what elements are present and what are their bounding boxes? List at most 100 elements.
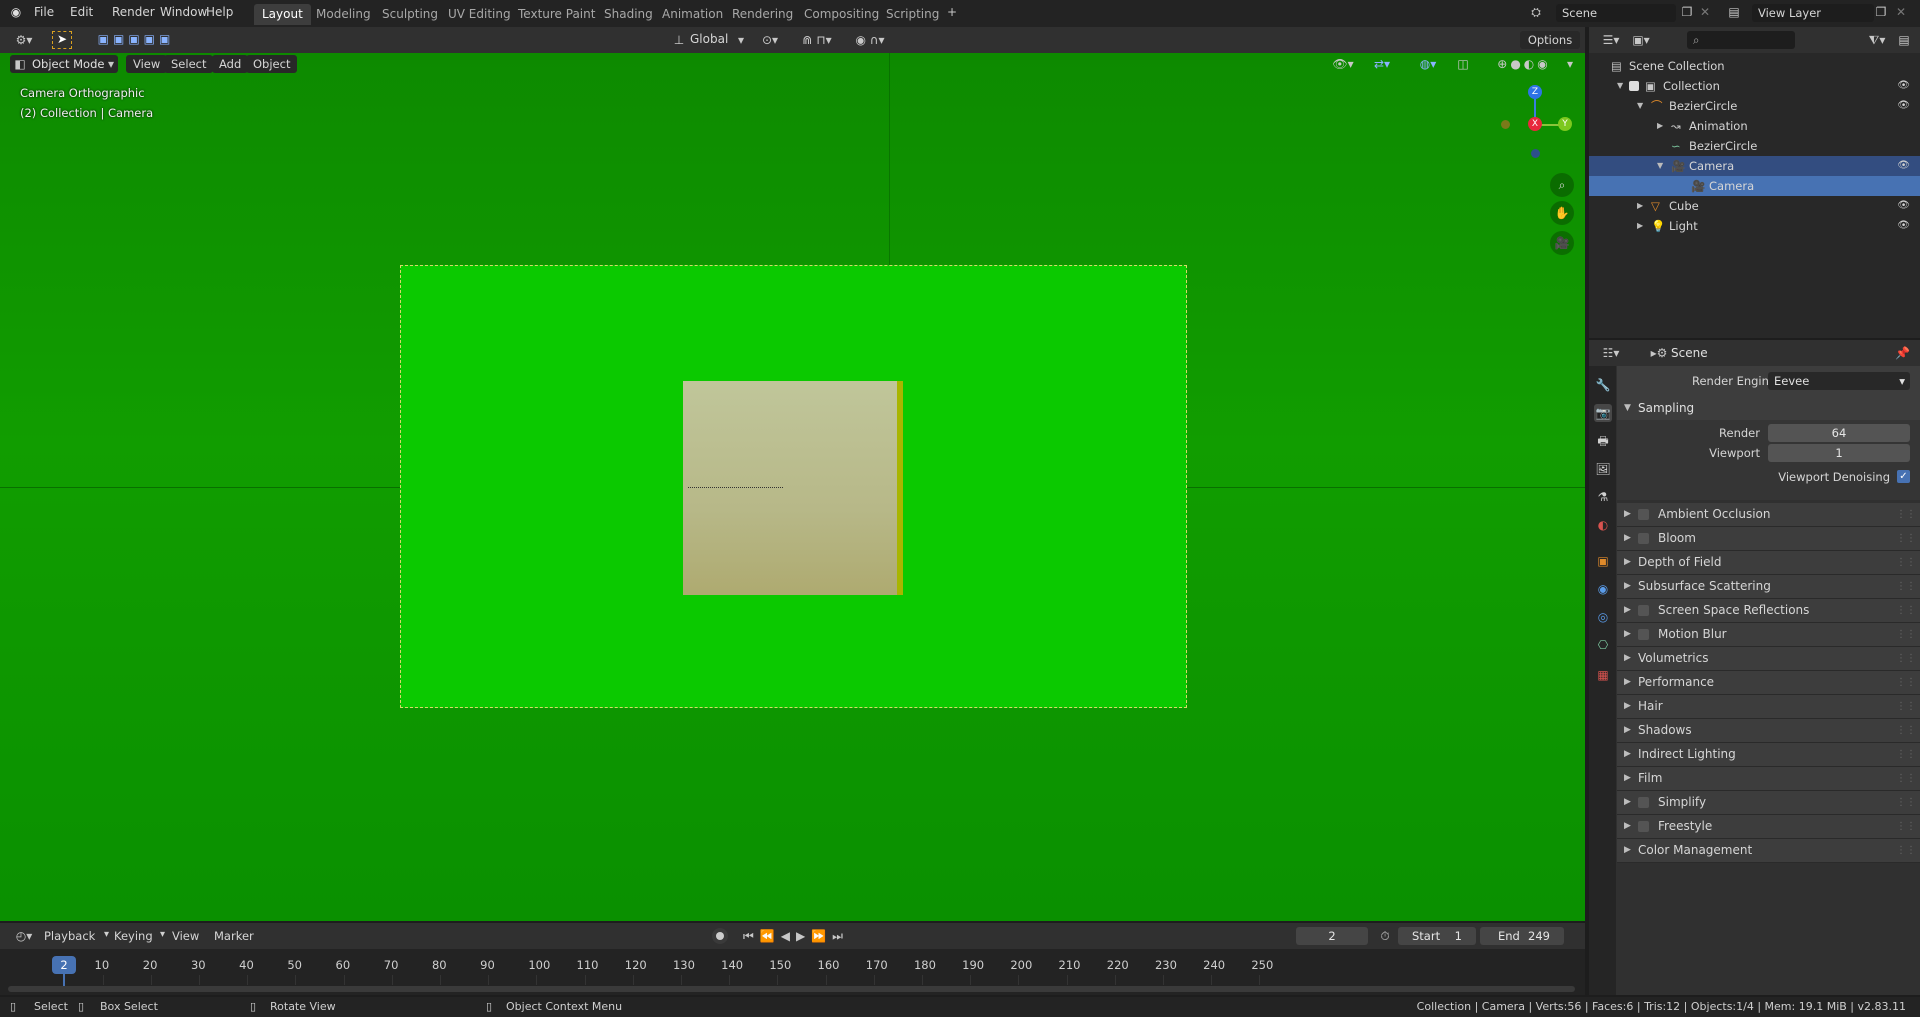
drag-handle-icon[interactable]: ⋮⋮	[1896, 527, 1916, 550]
panel-shadows[interactable]: ▶ Shadows ⋮⋮	[1617, 719, 1920, 743]
workspace-tab-sculpting[interactable]: Sculpting	[374, 4, 446, 25]
outliner-row[interactable]: ▤ Scene Collection	[1589, 56, 1920, 76]
menu-file[interactable]: File	[34, 5, 54, 19]
gizmo-y-axis[interactable]: Y	[1558, 117, 1572, 131]
workspace-tab-animation[interactable]: Animation	[654, 4, 731, 25]
expand-triangle-icon[interactable]: ▼	[1617, 76, 1623, 96]
drag-handle-icon[interactable]: ⋮⋮	[1896, 839, 1916, 862]
workspace-tab-rendering[interactable]: Rendering	[724, 4, 801, 25]
sampling-panel-header[interactable]: ▼ Sampling	[1617, 396, 1920, 420]
viewport-denoising-checkbox[interactable]: ✓	[1897, 470, 1910, 483]
display-mode-icon[interactable]: ▣▾	[1629, 33, 1653, 47]
drag-handle-icon[interactable]: ⋮⋮	[1896, 575, 1916, 598]
modifiers-tab-icon[interactable]: ◉	[1594, 580, 1612, 598]
viewport-menu-select[interactable]: Select	[164, 55, 214, 73]
workspace-tab-scripting[interactable]: Scripting	[878, 4, 947, 25]
menu-edit[interactable]: Edit	[70, 5, 93, 19]
menu-help[interactable]: Help	[206, 5, 233, 19]
render-samples-field[interactable]: 64	[1768, 424, 1910, 442]
drag-handle-icon[interactable]: ⋮⋮	[1896, 551, 1916, 574]
drag-handle-icon[interactable]: ⋮⋮	[1896, 671, 1916, 694]
drag-handle-icon[interactable]: ⋮⋮	[1896, 791, 1916, 814]
drag-handle-icon[interactable]: ⋮⋮	[1896, 503, 1916, 526]
outliner-row[interactable]: ∽ BezierCircle	[1589, 136, 1920, 156]
overlays-toggle-icon[interactable]: ◍▾	[1412, 57, 1444, 71]
panel-enable-checkbox[interactable]	[1638, 797, 1649, 808]
physics-tab-icon[interactable]: ◎	[1594, 608, 1612, 626]
timeline-scrollbar[interactable]	[8, 986, 1575, 992]
filter-icon[interactable]: ⧨▾	[1865, 33, 1889, 47]
start-frame-field[interactable]: Start 1	[1398, 927, 1476, 945]
pin-icon[interactable]: 📌	[1895, 346, 1910, 360]
outliner-row[interactable]: ▼ ⌒ BezierCircle 👁	[1589, 96, 1920, 116]
viewport-menu-add[interactable]: Add	[212, 55, 249, 73]
editor-type-icon[interactable]: ⚙▾	[10, 33, 38, 47]
object-tab-icon[interactable]: ▣	[1594, 552, 1612, 570]
outliner-editor-type-icon[interactable]: ☰▾	[1599, 33, 1623, 47]
snapping-icon[interactable]: ⋒ ⊓▾	[792, 33, 842, 47]
cube-object[interactable]	[683, 381, 903, 595]
collection-checkbox[interactable]	[1629, 81, 1639, 91]
menu-window[interactable]: Window	[160, 5, 207, 19]
panel-film[interactable]: ▶ Film ⋮⋮	[1617, 767, 1920, 791]
menu-render[interactable]: Render	[112, 5, 155, 19]
texture-tab-icon[interactable]: ▦	[1594, 666, 1612, 684]
gizmo-toggle-icon[interactable]: ⇄▾	[1366, 57, 1398, 71]
outliner-search-input[interactable]: ⌕	[1687, 31, 1795, 49]
visibility-eye-icon[interactable]: 👁	[1897, 216, 1910, 236]
panel-depth-of-field[interactable]: ▶ Depth of Field ⋮⋮	[1617, 551, 1920, 575]
workspace-tab-texture-paint[interactable]: Texture Paint	[510, 4, 603, 25]
collapse-triangle-icon[interactable]: ▶	[1637, 216, 1643, 236]
expand-triangle-icon[interactable]: ▼	[1637, 96, 1643, 116]
timeline-menu-marker[interactable]: Marker	[214, 929, 254, 943]
panel-simplify[interactable]: ▶ Simplify ⋮⋮	[1617, 791, 1920, 815]
frame-indicator[interactable]: 2	[52, 956, 76, 974]
timeline-menu-view[interactable]: View	[172, 929, 199, 943]
gizmo-x-axis[interactable]: X	[1528, 117, 1542, 131]
select-tool-icon[interactable]: ➤	[52, 31, 72, 49]
drag-handle-icon[interactable]: ⋮⋮	[1896, 767, 1916, 790]
new-collection-icon[interactable]: ▤	[1895, 33, 1913, 47]
panel-motion-blur[interactable]: ▶ Motion Blur ⋮⋮	[1617, 623, 1920, 647]
drag-handle-icon[interactable]: ⋮⋮	[1896, 599, 1916, 622]
panel-enable-checkbox[interactable]	[1638, 509, 1649, 520]
outliner-row[interactable]: 🎥 Camera	[1589, 176, 1920, 196]
xray-toggle-icon[interactable]: ◫	[1456, 57, 1470, 71]
workspace-tab-layout[interactable]: Layout	[254, 4, 311, 25]
camera-view-icon[interactable]: 🎥	[1550, 231, 1574, 255]
visibility-eye-icon[interactable]: 👁	[1897, 156, 1910, 176]
tool-tab-icon[interactable]: 🔧	[1594, 376, 1612, 394]
panel-indirect-lighting[interactable]: ▶ Indirect Lighting ⋮⋮	[1617, 743, 1920, 767]
outliner-row[interactable]: ▶ 💡 Light 👁	[1589, 216, 1920, 236]
pan-hand-icon[interactable]: ✋	[1550, 201, 1574, 225]
panel-screen-space-reflections[interactable]: ▶ Screen Space Reflections ⋮⋮	[1617, 599, 1920, 623]
expand-triangle-icon[interactable]: ▼	[1657, 156, 1663, 176]
new-scene-icon[interactable]: ❐	[1680, 5, 1694, 19]
drag-handle-icon[interactable]: ⋮⋮	[1896, 815, 1916, 838]
shading-mode-icons[interactable]: ⊕●◐◉	[1484, 57, 1564, 71]
options-button[interactable]: Options	[1520, 31, 1580, 49]
world-tab-icon[interactable]: ◐	[1594, 516, 1612, 534]
select-mode-icons[interactable]: ▣▣▣▣▣	[88, 32, 184, 46]
panel-enable-checkbox[interactable]	[1638, 533, 1649, 544]
render-engine-select[interactable]: Eevee ▾	[1768, 372, 1910, 390]
panel-ambient-occlusion[interactable]: ▶ Ambient Occlusion ⋮⋮	[1617, 503, 1920, 527]
timeline-editor-type-icon[interactable]: ◴▾	[10, 929, 38, 943]
outliner-row[interactable]: ▶ ▽ Cube 👁	[1589, 196, 1920, 216]
visibility-eye-icon[interactable]: 👁	[1897, 76, 1910, 96]
panel-performance[interactable]: ▶ Performance ⋮⋮	[1617, 671, 1920, 695]
scene-tab-icon[interactable]: ⚗	[1594, 488, 1612, 506]
visibility-filter-icon[interactable]: 👁▾	[1328, 57, 1358, 71]
collapse-triangle-icon[interactable]: ▶	[1657, 116, 1663, 136]
visibility-eye-icon[interactable]: 👁	[1897, 196, 1910, 216]
record-button[interactable]	[712, 928, 728, 944]
shading-options-icon[interactable]: ▾	[1564, 57, 1576, 71]
render-tab-icon[interactable]: 📷	[1594, 404, 1612, 422]
delete-scene-icon[interactable]: ✕	[1698, 5, 1712, 19]
drag-handle-icon[interactable]: ⋮⋮	[1896, 623, 1916, 646]
new-view-layer-icon[interactable]: ❐	[1874, 5, 1888, 19]
panel-subsurface-scattering[interactable]: ▶ Subsurface Scattering ⋮⋮	[1617, 575, 1920, 599]
view-layer-tab-icon[interactable]: 🖼	[1594, 460, 1612, 478]
workspace-tab-modeling[interactable]: Modeling	[308, 4, 379, 25]
collapse-triangle-icon[interactable]: ▶	[1637, 196, 1643, 216]
